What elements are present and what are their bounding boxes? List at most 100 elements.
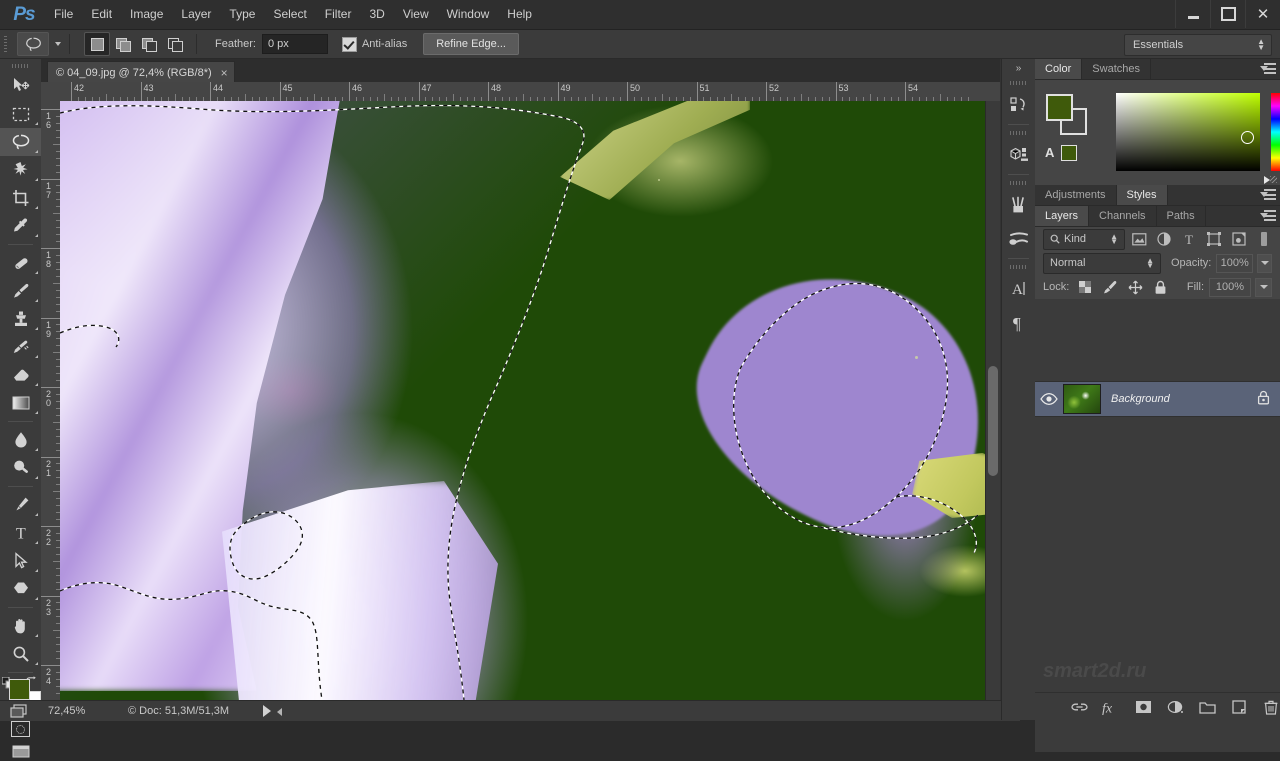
menu-view[interactable]: View [394,0,438,29]
document-tab[interactable]: © 04_09.jpg @ 72,4% (RGB/8*) × [47,61,235,83]
hue-slider[interactable] [1271,93,1280,171]
tab-adjustments[interactable]: Adjustments [1035,185,1117,205]
layer-name[interactable]: Background [1111,393,1170,405]
menu-image[interactable]: Image [121,0,172,29]
brush-tool[interactable] [0,277,41,305]
subtract-from-selection-button[interactable] [136,32,162,56]
opacity-value[interactable]: 100% [1216,254,1253,273]
expand-panels-button[interactable]: » [1002,59,1035,77]
menu-edit[interactable]: Edit [82,0,121,29]
lock-transparent-pixels-icon[interactable] [1077,279,1093,295]
close-button[interactable]: ✕ [1245,0,1280,28]
color-picker-field[interactable] [1116,93,1260,171]
3d-icon[interactable] [1002,138,1035,172]
layers-panel-menu-icon[interactable] [1260,210,1276,222]
screen-mode-button[interactable] [0,741,41,761]
layer-visibility-eye-icon[interactable] [1035,382,1063,416]
add-layer-mask-icon[interactable] [1134,698,1152,716]
paragraph-icon[interactable]: ¶ [1002,306,1035,340]
workspace-selector[interactable]: Essentials ▲▼ [1124,34,1272,56]
lasso-tool[interactable] [0,128,41,156]
screen-mode-status-icon[interactable] [10,704,27,721]
dodge-tool[interactable] [0,454,41,482]
pen-tool[interactable] [0,491,41,519]
fill-value[interactable]: 100% [1209,278,1251,297]
new-group-icon[interactable] [1198,698,1216,716]
layer-filter-kind-select[interactable]: Kind ▲▼ [1043,229,1125,250]
menu-window[interactable]: Window [438,0,499,29]
gamut-warning-swatch[interactable] [1061,145,1077,161]
blend-mode-select[interactable]: Normal ▲▼ [1043,253,1161,274]
layer-locked-icon[interactable] [1257,390,1270,408]
shape-filter-icon[interactable] [1206,231,1222,247]
close-tab-icon[interactable]: × [221,67,228,79]
antialias-checkbox[interactable]: Anti-alias [342,37,407,52]
brush-icon[interactable] [1002,188,1035,222]
lock-position-icon[interactable] [1127,279,1143,295]
clone-stamp-tool[interactable] [0,305,41,333]
menu-type[interactable]: Type [220,0,264,29]
adjustments-panel-menu-icon[interactable] [1260,189,1276,201]
type-tool[interactable]: T [0,519,41,547]
tools-panel-grip[interactable] [0,59,41,72]
status-menu-chevron-icon[interactable] [277,708,282,716]
add-to-selection-button[interactable] [110,32,136,56]
menu-3d[interactable]: 3D [360,0,393,29]
rail-grip[interactable] [1002,261,1035,272]
smart-object-filter-icon[interactable] [1231,231,1247,247]
rail-grip[interactable] [1002,177,1035,188]
canvas-area[interactable] [60,101,1000,700]
filter-toggle-switch-icon[interactable] [1256,231,1272,247]
tab-layers[interactable]: Layers [1035,206,1089,226]
tool-preset-chevron-down-icon[interactable] [55,42,61,46]
move-tool[interactable] [0,72,41,100]
color-panel-menu-icon[interactable] [1260,63,1276,75]
lock-image-pixels-icon[interactable] [1102,279,1118,295]
zoom-tool[interactable] [0,640,41,668]
menu-select[interactable]: Select [264,0,315,29]
current-tool-lasso-icon[interactable] [17,32,49,56]
minimize-button[interactable] [1175,0,1210,28]
tab-color[interactable]: Color [1035,59,1082,79]
refine-edge-button[interactable]: Refine Edge... [423,33,519,55]
canvas-vertical-scroll-thumb[interactable] [988,366,998,476]
type-filter-icon[interactable]: T [1181,231,1197,247]
panel-resize-grip-icon[interactable] [1270,176,1277,183]
spot-healing-brush-tool[interactable] [0,249,41,277]
layer-style-fx-icon[interactable]: fx [1102,698,1120,716]
layer-thumbnail[interactable] [1063,384,1101,414]
feather-input[interactable]: 0 px [262,34,328,54]
status-play-icon[interactable] [263,705,271,717]
maximize-button[interactable] [1210,0,1245,28]
fill-slider-chevron-down-icon[interactable] [1255,278,1272,297]
canvas-vertical-scrollbar[interactable] [985,101,1000,700]
menu-filter[interactable]: Filter [316,0,361,29]
character-icon[interactable]: A [1002,272,1035,306]
delete-layer-icon[interactable] [1262,698,1280,716]
menu-help[interactable]: Help [498,0,541,29]
tab-swatches[interactable]: Swatches [1082,59,1151,79]
eyedropper-tool[interactable] [0,212,41,240]
brush-presets-icon[interactable] [1002,222,1035,256]
tab-styles[interactable]: Styles [1117,185,1168,205]
lock-all-icon[interactable] [1152,279,1168,295]
history-icon[interactable] [1002,88,1035,122]
zoom-level-field[interactable]: 72,45% [48,705,85,717]
crop-tool[interactable] [0,184,41,212]
rectangular-marquee-tool[interactable] [0,100,41,128]
eraser-tool[interactable] [0,361,41,389]
new-adjustment-layer-icon[interactable] [1166,698,1184,716]
rail-grip[interactable] [1002,127,1035,138]
new-selection-button[interactable] [84,32,110,56]
blur-tool[interactable] [0,426,41,454]
magic-wand-tool[interactable] [0,156,41,184]
path-selection-tool[interactable] [0,547,41,575]
foreground-color-swatch[interactable] [9,679,30,700]
history-brush-tool[interactable] [0,333,41,361]
link-layers-icon[interactable] [1070,698,1088,716]
table-row[interactable]: Background [1035,382,1280,417]
pixel-filter-icon[interactable] [1131,231,1147,247]
color-panel-foreground-swatch[interactable] [1046,94,1073,121]
intersect-with-selection-button[interactable] [162,32,188,56]
menu-file[interactable]: File [45,0,82,29]
